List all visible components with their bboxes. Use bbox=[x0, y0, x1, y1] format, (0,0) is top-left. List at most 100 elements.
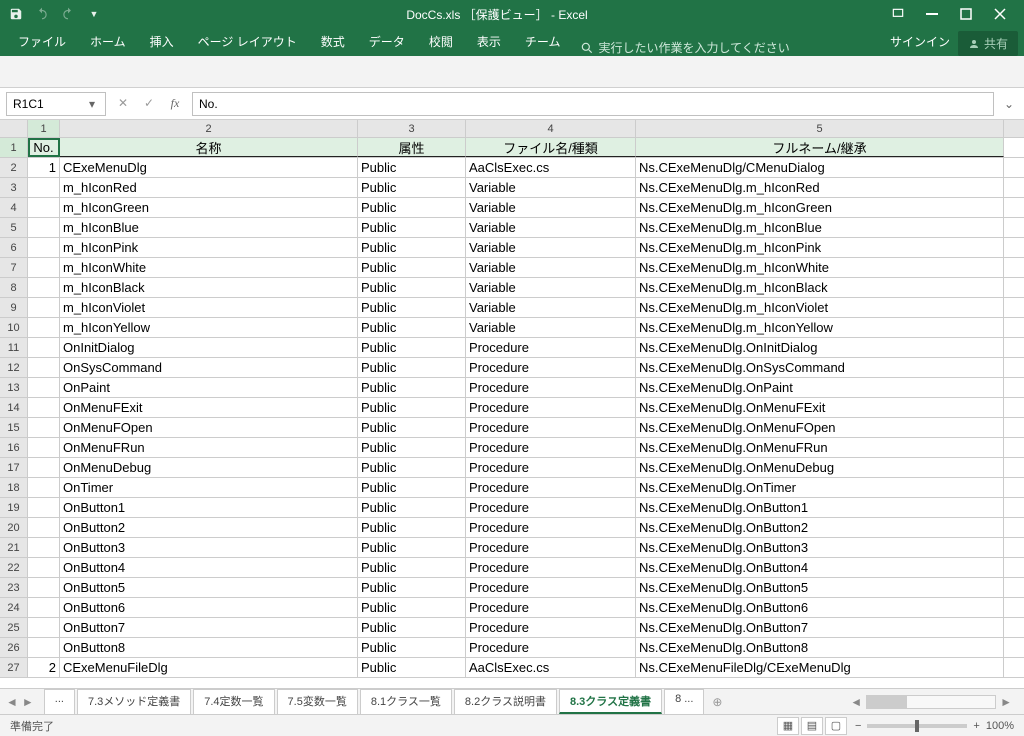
cell[interactable]: Ns.CExeMenuDlg.OnInitDialog bbox=[636, 338, 1004, 357]
cell[interactable]: Procedure bbox=[466, 478, 636, 497]
cell[interactable]: 1 bbox=[28, 158, 60, 177]
row-header[interactable]: 11 bbox=[0, 338, 28, 357]
tab-data[interactable]: データ bbox=[357, 27, 417, 56]
cell[interactable]: CExeMenuDlg bbox=[60, 158, 358, 177]
cell[interactable]: Variable bbox=[466, 238, 636, 257]
cell[interactable]: Variable bbox=[466, 258, 636, 277]
cell[interactable]: m_hIconRed bbox=[60, 178, 358, 197]
view-page-layout-icon[interactable]: ▤ bbox=[801, 717, 823, 735]
row-header[interactable]: 21 bbox=[0, 538, 28, 557]
cell[interactable]: Public bbox=[358, 558, 466, 577]
tab-review[interactable]: 校閲 bbox=[417, 27, 465, 56]
row-header[interactable]: 24 bbox=[0, 598, 28, 617]
header-cell[interactable]: No. bbox=[28, 138, 60, 157]
cell[interactable] bbox=[28, 518, 60, 537]
cell[interactable]: Ns.CExeMenuDlg.OnButton2 bbox=[636, 518, 1004, 537]
row-header[interactable]: 27 bbox=[0, 658, 28, 677]
cell[interactable]: OnButton4 bbox=[60, 558, 358, 577]
sheet-nav-next-icon[interactable]: ► bbox=[22, 695, 34, 709]
cell[interactable]: Variable bbox=[466, 278, 636, 297]
tab-insert[interactable]: 挿入 bbox=[138, 27, 186, 56]
cell[interactable] bbox=[28, 498, 60, 517]
cell[interactable]: Ns.CExeMenuDlg.m_hIconBlue bbox=[636, 218, 1004, 237]
name-box[interactable]: R1C1 ▾ bbox=[6, 92, 106, 116]
scroll-right-icon[interactable]: ► bbox=[1000, 695, 1012, 709]
cell[interactable] bbox=[28, 618, 60, 637]
row-header[interactable]: 22 bbox=[0, 558, 28, 577]
cell[interactable]: m_hIconViolet bbox=[60, 298, 358, 317]
cell[interactable]: Ns.CExeMenuDlg.m_hIconGreen bbox=[636, 198, 1004, 217]
cell[interactable]: CExeMenuFileDlg bbox=[60, 658, 358, 677]
cell[interactable]: Variable bbox=[466, 178, 636, 197]
cell[interactable]: Public bbox=[358, 298, 466, 317]
cell[interactable]: Procedure bbox=[466, 438, 636, 457]
cell[interactable] bbox=[28, 298, 60, 317]
row-header[interactable]: 1 bbox=[0, 138, 28, 157]
close-icon[interactable] bbox=[990, 4, 1010, 24]
cell[interactable]: Public bbox=[358, 518, 466, 537]
row-header[interactable]: 3 bbox=[0, 178, 28, 197]
cell[interactable]: Procedure bbox=[466, 498, 636, 517]
cell[interactable]: Public bbox=[358, 278, 466, 297]
cell[interactable]: Public bbox=[358, 198, 466, 217]
row-header[interactable]: 12 bbox=[0, 358, 28, 377]
row-header[interactable]: 17 bbox=[0, 458, 28, 477]
cell[interactable] bbox=[28, 458, 60, 477]
cell[interactable] bbox=[28, 278, 60, 297]
cell[interactable] bbox=[28, 218, 60, 237]
tab-home[interactable]: ホーム bbox=[78, 27, 138, 56]
cell[interactable]: OnButton8 bbox=[60, 638, 358, 657]
cell[interactable]: Ns.CExeMenuDlg.OnMenuFExit bbox=[636, 398, 1004, 417]
cell[interactable] bbox=[28, 398, 60, 417]
zoom-out-icon[interactable]: − bbox=[855, 720, 861, 732]
cell[interactable]: Ns.CExeMenuDlg.m_hIconViolet bbox=[636, 298, 1004, 317]
cell[interactable]: Procedure bbox=[466, 378, 636, 397]
cell[interactable]: Ns.CExeMenuDlg.OnButton8 bbox=[636, 638, 1004, 657]
col-header[interactable]: 1 bbox=[28, 120, 60, 137]
cell[interactable]: m_hIconYellow bbox=[60, 318, 358, 337]
tab-view[interactable]: 表示 bbox=[465, 27, 513, 56]
zoom-in-icon[interactable]: + bbox=[973, 720, 979, 732]
maximize-icon[interactable] bbox=[956, 4, 976, 24]
save-icon[interactable] bbox=[4, 2, 28, 26]
cell[interactable]: Procedure bbox=[466, 518, 636, 537]
fx-icon[interactable]: fx bbox=[164, 96, 186, 111]
tab-formulas[interactable]: 数式 bbox=[309, 27, 357, 56]
cell[interactable]: Variable bbox=[466, 298, 636, 317]
view-page-break-icon[interactable]: ▢ bbox=[825, 717, 847, 735]
enter-icon[interactable]: ✓ bbox=[138, 96, 160, 111]
cell[interactable]: Variable bbox=[466, 198, 636, 217]
row-header[interactable]: 15 bbox=[0, 418, 28, 437]
formula-input[interactable]: No. bbox=[192, 92, 994, 116]
row-header[interactable]: 4 bbox=[0, 198, 28, 217]
cell[interactable] bbox=[28, 578, 60, 597]
cell[interactable]: Ns.CExeMenuDlg.m_hIconPink bbox=[636, 238, 1004, 257]
cell[interactable]: Variable bbox=[466, 218, 636, 237]
col-header[interactable]: 5 bbox=[636, 120, 1004, 137]
zoom-value[interactable]: 100% bbox=[986, 720, 1014, 732]
cell[interactable]: Public bbox=[358, 458, 466, 477]
cell[interactable]: Public bbox=[358, 338, 466, 357]
cell[interactable]: OnButton1 bbox=[60, 498, 358, 517]
row-header[interactable]: 10 bbox=[0, 318, 28, 337]
cell[interactable]: OnPaint bbox=[60, 378, 358, 397]
cell[interactable]: Procedure bbox=[466, 458, 636, 477]
row-header[interactable]: 13 bbox=[0, 378, 28, 397]
cell[interactable] bbox=[28, 558, 60, 577]
col-header[interactable]: 4 bbox=[466, 120, 636, 137]
cell[interactable]: Procedure bbox=[466, 578, 636, 597]
sheet-tab[interactable]: 7.4定数一覧 bbox=[193, 689, 274, 714]
signin-link[interactable]: サインイン bbox=[882, 27, 958, 56]
cell[interactable]: Procedure bbox=[466, 638, 636, 657]
cell[interactable]: Ns.CExeMenuDlg.OnMenuFOpen bbox=[636, 418, 1004, 437]
row-header[interactable]: 8 bbox=[0, 278, 28, 297]
cell[interactable]: AaClsExec.cs bbox=[466, 158, 636, 177]
cell[interactable]: Public bbox=[358, 158, 466, 177]
row-header[interactable]: 9 bbox=[0, 298, 28, 317]
cell[interactable]: OnButton2 bbox=[60, 518, 358, 537]
cell[interactable]: Procedure bbox=[466, 398, 636, 417]
tab-file[interactable]: ファイル bbox=[6, 27, 78, 56]
cell[interactable]: OnMenuFOpen bbox=[60, 418, 358, 437]
row-header[interactable]: 6 bbox=[0, 238, 28, 257]
cell[interactable]: m_hIconBlack bbox=[60, 278, 358, 297]
